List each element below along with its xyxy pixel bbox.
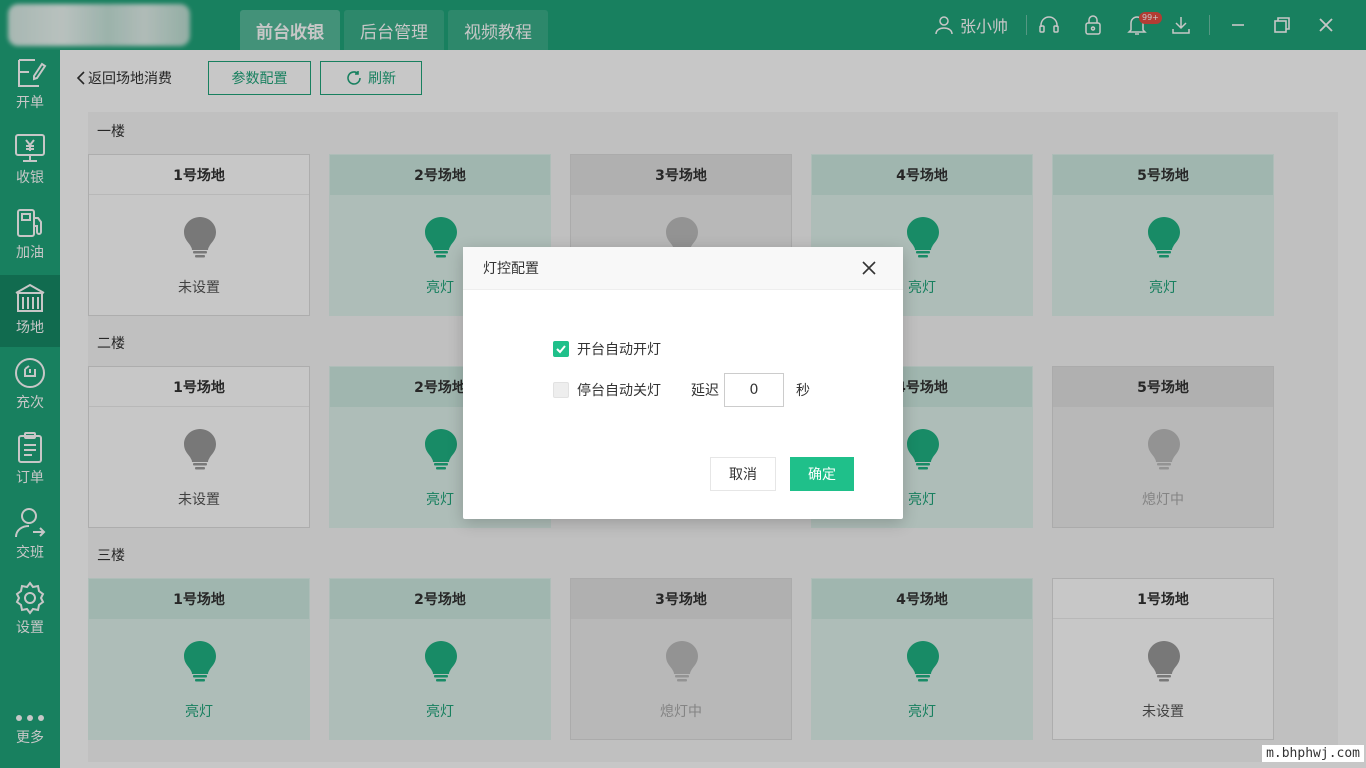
auto-off-checkbox[interactable] — [553, 382, 569, 398]
check-icon — [556, 345, 566, 354]
cancel-button[interactable]: 取消 — [710, 457, 776, 491]
auto-off-label: 停台自动关灯 — [577, 383, 661, 399]
dialog-header: 灯控配置 — [463, 247, 903, 290]
auto-on-row: 开台自动开灯 — [553, 339, 661, 359]
delay-unit: 秒 — [796, 383, 810, 399]
delay-label: 延迟 — [691, 383, 719, 399]
auto-on-label: 开台自动开灯 — [577, 342, 661, 358]
dialog-title: 灯控配置 — [483, 261, 539, 277]
delay-seconds-input[interactable] — [724, 373, 784, 407]
confirm-button[interactable]: 确定 — [790, 457, 854, 491]
close-icon[interactable] — [861, 260, 877, 276]
light-control-dialog: 灯控配置 开台自动开灯 停台自动关灯 延迟 秒 取消 确定 — [463, 247, 903, 519]
watermark: m.bhphwj.com — [1262, 745, 1364, 762]
auto-on-checkbox[interactable] — [553, 341, 569, 357]
auto-off-row: 停台自动关灯 延迟 秒 — [553, 373, 810, 407]
